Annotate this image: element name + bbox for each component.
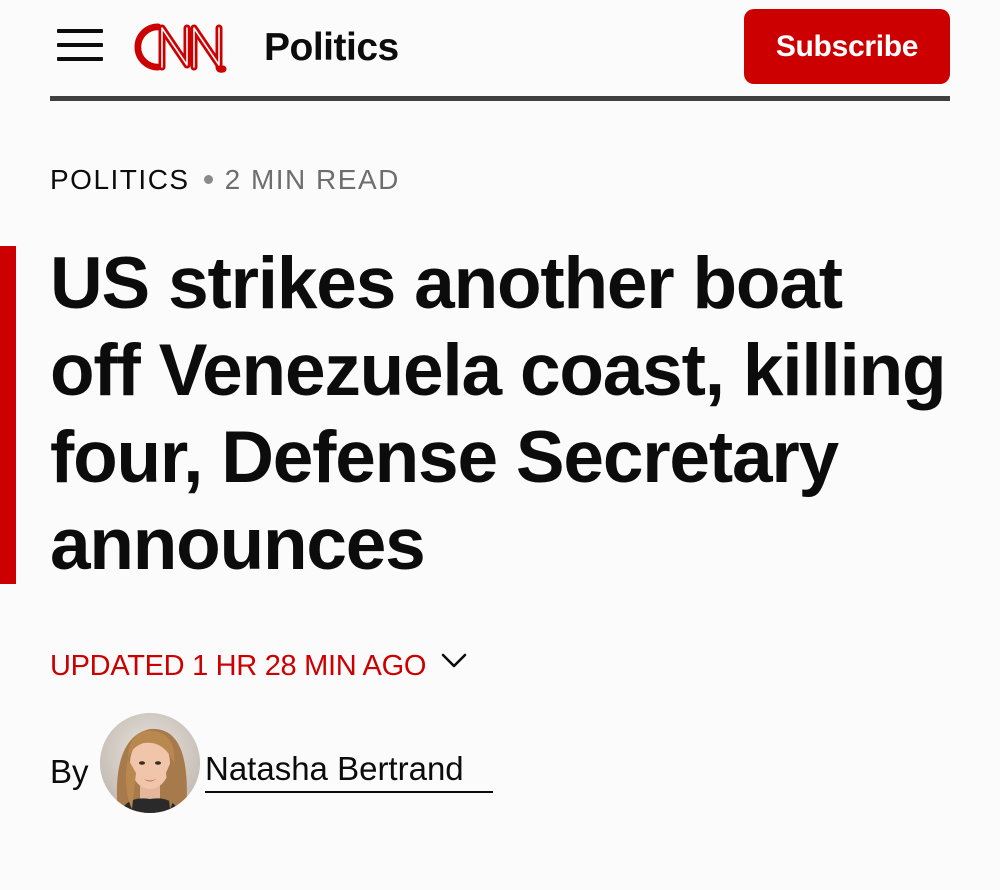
section-link[interactable]: POLITICS [50,164,190,195]
read-time: 2 MIN READ [224,164,400,195]
chevron-down-icon[interactable] [440,651,468,671]
updated-text: UPDATED 1 HR 28 MIN AGO [50,650,427,682]
author-link[interactable]: Natasha Bertrand [205,748,464,790]
cnn-logo[interactable] [128,18,246,76]
headline-accent-bar [0,246,16,584]
separator-dot-icon [203,175,213,185]
author-avatar-image [100,713,200,813]
subscribe-button[interactable]: Subscribe [744,9,950,84]
article-page: Politics Subscribe POLITICS 2 MIN READ US… [0,0,1000,890]
byline-prefix: By [50,753,89,790]
hamburger-menu-icon[interactable] [57,28,103,62]
header-divider [50,96,950,101]
updated-timestamp[interactable]: UPDATED 1 HR 28 MIN AGO [50,646,468,686]
section-title[interactable]: Politics [264,26,399,70]
site-header: Politics Subscribe [50,0,950,100]
author-link-underline [205,791,493,793]
author-avatar[interactable] [100,713,200,813]
article-headline: US strikes another boat off Venezuela co… [50,243,947,585]
article-kicker: POLITICS 2 MIN READ [50,160,400,200]
